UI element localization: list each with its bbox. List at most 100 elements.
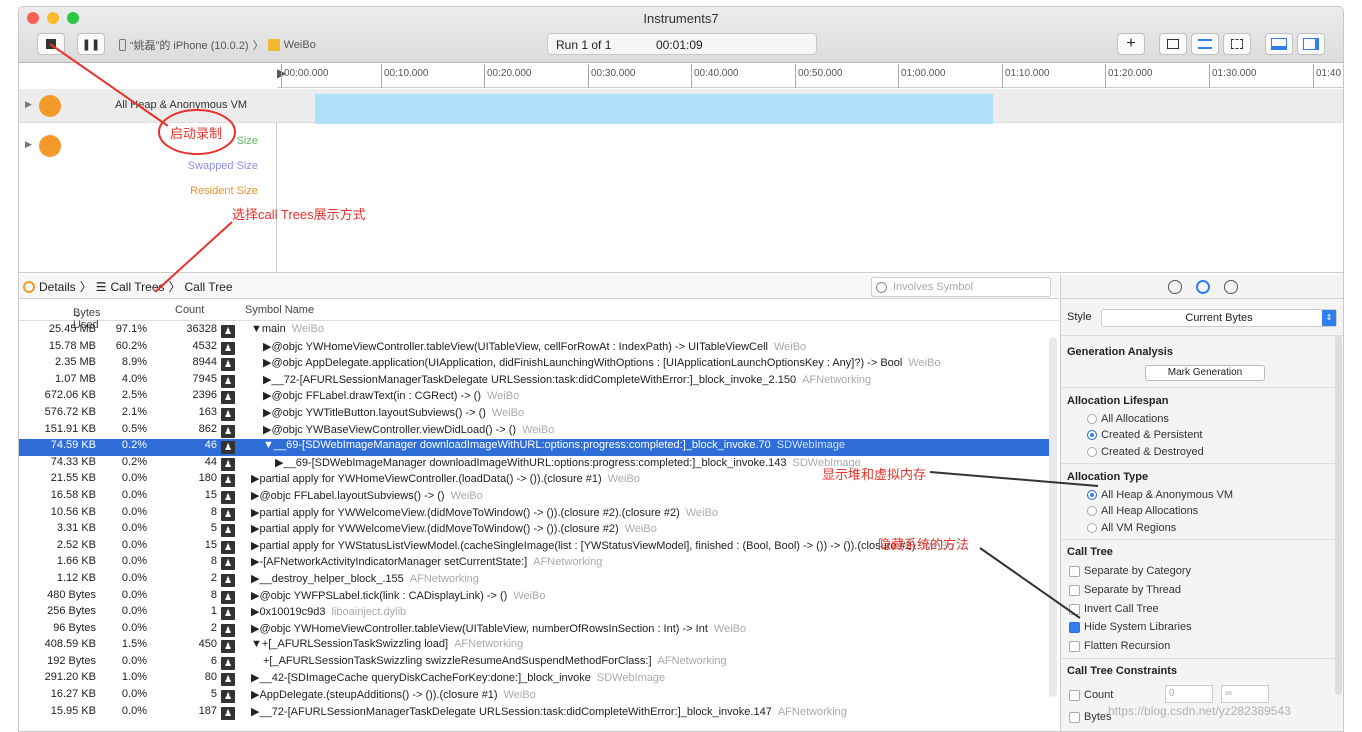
list-view-button[interactable] <box>1191 33 1219 55</box>
separate-by-thread[interactable]: Separate by Thread <box>1069 584 1181 596</box>
lifespan-created-persistent[interactable]: Created & Persistent <box>1087 429 1203 441</box>
record-settings-icon[interactable] <box>1168 279 1182 294</box>
bytes-used-cell: 10.56 KB <box>50 505 96 518</box>
inspector-scrollbar[interactable] <box>1335 335 1342 695</box>
table-row[interactable]: 16.58 KB 0.0% 15 ♟ ▶@objc FFLabel.layoutSubv… <box>19 489 1049 506</box>
symbol-name: ▶__destroy_helper_block_.155 <box>251 572 404 585</box>
field-value: 0 <box>1169 688 1175 699</box>
bytes-constraint[interactable]: Bytes <box>1069 711 1112 723</box>
type-heap[interactable]: All Heap Allocations <box>1087 505 1198 517</box>
table-row[interactable]: 25.45 MB 97.1% 36328 ♟ ▼main WeiBo <box>19 323 1049 340</box>
display-settings-icon[interactable] <box>1196 279 1210 294</box>
table-row[interactable]: 291.20 KB 1.0% 80 ♟ ▶__42-[SDImageCache quer… <box>19 671 1049 688</box>
table-row[interactable]: 96 Bytes 0.0% 2 ♟ ▶@objc YWHomeViewControlle… <box>19 622 1049 639</box>
table-row[interactable]: 408.59 KB 1.5% 450 ♟ ▼+[_AFURLSessionTaskSwi… <box>19 638 1049 655</box>
symbol-name: +[_AFURLSessionTaskSwizzling swizzleResu… <box>263 654 652 667</box>
percent-cell: 0.0% <box>121 472 147 485</box>
lifespan-all[interactable]: All Allocations <box>1087 413 1169 425</box>
toggle-detail-pane-button[interactable] <box>1265 33 1293 55</box>
radio-selected-icon <box>1087 490 1097 500</box>
symbol-name: ▶@objc FFLabel.drawText(in : CGRect) -> … <box>263 390 481 403</box>
library-name: WeiBo <box>773 340 807 353</box>
option-label: Separate by Category <box>1084 565 1192 577</box>
chevron-down-icon: ⌄ <box>73 308 83 320</box>
ruler-tick: 01:00.000 <box>898 64 946 88</box>
plus-icon: + <box>1126 35 1136 52</box>
pause-button[interactable]: ❚❚ <box>77 33 105 55</box>
window-title: Instruments7 <box>643 11 719 26</box>
separate-by-category[interactable]: Separate by Category <box>1069 565 1191 577</box>
grid-view-button[interactable] <box>1223 33 1251 55</box>
symbol-name: ▶__72-[AFURLSessionManagerTaskDelegate U… <box>251 705 772 718</box>
checkbox-icon <box>1069 689 1080 701</box>
table-row[interactable]: 480 Bytes 0.0% 8 ♟ ▶@objc YWFPSLabel.tick(li… <box>19 589 1049 606</box>
table-row[interactable]: 1.66 KB 0.0% 8 ♟ ▶-[AFNetworkActivityIndicat… <box>19 555 1049 572</box>
extended-detail-icon[interactable] <box>1224 279 1238 294</box>
target-selector[interactable]: “姚磊”的 iPhone (10.0.2) 〉 WeiBo <box>119 35 316 55</box>
stop-record-button[interactable] <box>37 33 65 55</box>
hide-system-libraries[interactable]: Hide System Libraries <box>1069 621 1192 633</box>
symbol-cell: ▼__69-[SDWebImageManager downloadImageWi… <box>263 439 845 451</box>
invert-call-tree[interactable]: Invert Call Tree <box>1069 603 1159 615</box>
symbol-cell: ▶__69-[SDWebImageManager downloadImageWi… <box>275 456 861 469</box>
table-row[interactable]: 151.91 KB 0.5% 862 ♟ ▶@objc YWBaseViewContro… <box>19 423 1049 440</box>
count-cell: 15 <box>204 538 217 551</box>
table-row[interactable]: 256 Bytes 0.0% 1 ♟ ▶0x10019c9d3 liboainject.d… <box>19 605 1049 622</box>
symbol-name: ▶@objc YWHomeViewController.tableView(UI… <box>263 340 768 353</box>
table-row[interactable]: 1.07 MB 4.0% 7945 ♟ ▶__72-[AFURLSessionManag… <box>19 373 1049 390</box>
add-instrument-button[interactable]: + <box>1117 33 1145 55</box>
library-button[interactable] <box>1159 33 1187 55</box>
timeline-ruler[interactable]: ▶ 00:00.000 00:10.000 00:20.000 00:30.00… <box>277 64 1343 88</box>
user-code-icon: ♟ <box>221 690 235 704</box>
table-row[interactable]: 15.78 MB 60.2% 4532 ♟ ▶@objc YWHomeViewContr… <box>19 340 1049 357</box>
option-label: Flatten Recursion <box>1084 640 1171 652</box>
count-min-field[interactable]: 0 <box>1165 685 1213 703</box>
table-row[interactable]: 16.27 KB 0.0% 5 ♟ ▶AppDelegate.(steupAdditio… <box>19 688 1049 705</box>
allocations-instrument-icon <box>39 95 61 117</box>
table-row[interactable]: 1.12 KB 0.0% 2 ♟ ▶__destroy_helper_block_.15… <box>19 572 1049 589</box>
user-code-icon: ♟ <box>221 573 235 587</box>
type-vm-regions[interactable]: All VM Regions <box>1087 522 1176 534</box>
chevron-updown-icon: ⇕ <box>1322 310 1336 326</box>
table-row[interactable]: 10.56 KB 0.0% 8 ♟ ▶partial apply for YWWelco… <box>19 506 1049 523</box>
user-code-icon: ♟ <box>221 706 235 720</box>
table-row[interactable]: 192 Bytes 0.0% 6 ♟ +[_AFURLSessionTaskSwizzl… <box>19 655 1049 672</box>
bytes-used-cell: 1.66 KB <box>56 555 96 568</box>
count-max-field[interactable]: ∞ <box>1221 685 1269 703</box>
symbol-cell: ▶@objc YWFPSLabel.tick(link : CADisplayL… <box>251 589 546 602</box>
vertical-scrollbar[interactable] <box>1049 337 1057 697</box>
mark-generation-button[interactable]: Mark Generation <box>1145 365 1265 381</box>
symbol-name-column[interactable]: Symbol Name <box>245 304 314 316</box>
table-row[interactable]: 15.95 KB 0.0% 187 ♟ ▶__72-[AFURLSessionManag… <box>19 705 1049 722</box>
jumpbar-call-trees[interactable]: Call Trees <box>110 280 164 294</box>
disclosure-triangle-icon[interactable]: ▶ <box>25 139 32 150</box>
table-row[interactable]: 576.72 KB 2.1% 163 ♟ ▶@objc YWTitleButton.la… <box>19 406 1049 423</box>
checkbox-icon <box>1069 640 1080 652</box>
symbol-name: ▶-[AFNetworkActivityIndicatorManager set… <box>251 556 528 569</box>
jumpbar-call-tree[interactable]: Call Tree <box>185 280 233 294</box>
type-heap-anon-vm[interactable]: All Heap & Anonymous VM <box>1087 489 1233 501</box>
constraints-title: Call Tree Constraints <box>1067 665 1178 677</box>
percent-cell: 0.0% <box>121 555 147 568</box>
involves-symbol-search[interactable]: Involves Symbol <box>871 277 1051 297</box>
percent-cell: 2.5% <box>121 389 147 402</box>
user-code-icon: ♟ <box>221 325 235 338</box>
count-cell: 5 <box>210 688 217 701</box>
table-row[interactable]: 672.06 KB 2.5% 2396 ♟ ▶@objc FFLabel.drawTex… <box>19 389 1049 406</box>
lifespan-created-destroyed[interactable]: Created & Destroyed <box>1087 446 1204 458</box>
count-cell: 80 <box>204 671 217 684</box>
table-row[interactable]: 2.35 MB 8.9% 8944 ♟ ▶@objc AppDelegate.appli… <box>19 356 1049 373</box>
bytes-used-cell: 3.31 KB <box>56 522 96 535</box>
bytes-used-cell: 576.72 KB <box>44 405 96 418</box>
table-row[interactable]: 74.59 KB 0.2% 46 ♟ ▼__69-[SDWebImageManager … <box>19 439 1049 456</box>
disclosure-triangle-icon[interactable]: ▶ <box>25 99 32 110</box>
flatten-recursion[interactable]: Flatten Recursion <box>1069 640 1170 652</box>
jumpbar-details[interactable]: Details <box>39 280 76 294</box>
allocations-track[interactable]: ▶ All Heap & Anonymous VM <box>19 89 1343 124</box>
style-popup[interactable]: Current Bytes ⇕ <box>1101 309 1337 327</box>
option-label: Count <box>1084 689 1114 701</box>
count-column[interactable]: Count <box>175 304 204 316</box>
count-constraint[interactable]: Count <box>1069 689 1113 701</box>
toggle-inspector-button[interactable] <box>1297 33 1325 55</box>
user-code-icon: ♟ <box>221 341 235 355</box>
